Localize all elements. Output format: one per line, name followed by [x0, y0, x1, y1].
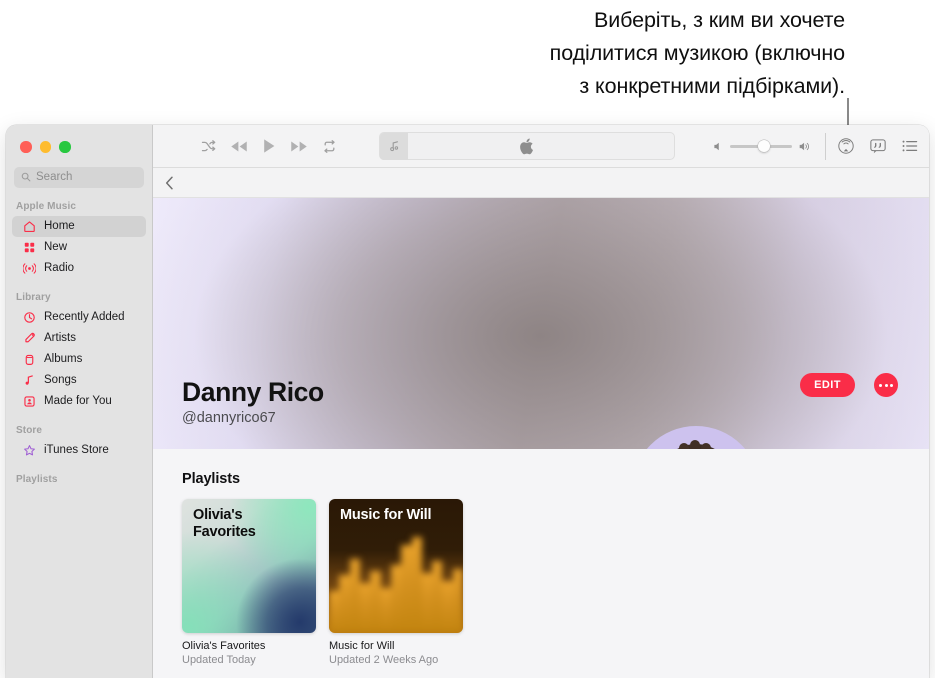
playlist-name: Music for Will	[329, 640, 395, 652]
sidebar-group-apple-music: Apple Music	[16, 200, 76, 212]
sidebar-item-made-for-you[interactable]: Made for You	[12, 391, 146, 412]
airplay-icon[interactable]	[838, 138, 854, 154]
profile-handle: @dannyrico67	[182, 410, 276, 426]
sidebar-item-recently-added[interactable]: Recently Added	[12, 307, 146, 328]
toolbar-right-icons	[838, 138, 918, 154]
playlist-name: Olivia's Favorites	[182, 640, 266, 652]
play-icon[interactable]	[262, 138, 276, 154]
main-area: Danny Rico @dannyrico67 EDIT Playlists O…	[153, 125, 929, 678]
page-title: Danny Rico	[182, 377, 324, 407]
sidebar-item-label: iTunes Store	[44, 444, 109, 456]
navigation-bar	[153, 168, 929, 198]
person-frame-icon	[24, 395, 35, 407]
volume-slider-track[interactable]	[730, 140, 792, 152]
now-playing-artwork	[380, 132, 408, 160]
sidebar-group-playlists: Playlists	[16, 473, 58, 485]
playlist-grid: Olivia's Favorites Olivia's Favorites Up…	[182, 499, 929, 666]
ellipsis-icon	[884, 383, 888, 387]
lyrics-icon[interactable]	[870, 138, 886, 154]
callout-line-1: Виберіть, з ким ви хочете	[593, 8, 845, 32]
sidebar-item-label: Artists	[44, 332, 76, 344]
playlists-section: Playlists Olivia's Favorites Olivia's Fa…	[153, 449, 929, 678]
volume-min-icon	[714, 142, 719, 150]
section-title: Playlists	[182, 471, 240, 487]
toolbar-divider	[825, 132, 826, 160]
playlist-card-olivias-favorites[interactable]: Olivia's Favorites Olivia's Favorites Up…	[182, 499, 316, 666]
sidebar-item-label: Made for You	[44, 395, 112, 407]
sidebar: Search Apple Music Home New Radio Librar…	[6, 125, 153, 678]
sidebar-item-radio[interactable]: Radio	[12, 258, 146, 279]
volume-max-icon	[799, 142, 809, 150]
memoji-avatar	[677, 440, 715, 449]
sidebar-item-artists[interactable]: Artists	[12, 328, 146, 349]
playlist-artwork[interactable]: Olivia's Favorites	[182, 499, 316, 633]
more-options-button[interactable]	[874, 373, 898, 397]
sidebar-item-label: New	[44, 241, 68, 253]
equalizer-bars-graphic	[329, 533, 463, 633]
apple-logo-icon	[520, 138, 533, 154]
clock-icon	[24, 311, 35, 323]
now-playing-display[interactable]	[379, 132, 675, 160]
sidebar-item-label: Radio	[44, 262, 75, 274]
playlist-updated: Updated 2 Weeks Ago	[329, 654, 439, 666]
minimize-button[interactable]	[39, 141, 51, 153]
shuffle-icon[interactable]	[201, 139, 216, 154]
microphone-icon	[25, 332, 35, 342]
playlist-card-music-for-will[interactable]: Music for Will Music for Will Updated 2 …	[329, 499, 463, 666]
sidebar-item-albums[interactable]: Albums	[12, 349, 146, 370]
transport-controls	[153, 138, 337, 154]
sidebar-group-store: Store	[16, 424, 43, 436]
search-input[interactable]: Search	[14, 166, 144, 188]
callout-line-2: поділитися музикою (включно	[549, 41, 845, 65]
grid-icon	[24, 242, 35, 252]
search-placeholder: Search	[36, 171, 73, 183]
close-button[interactable]	[20, 141, 32, 153]
playlist-artwork-title: Music for Will	[340, 507, 432, 523]
repeat-icon[interactable]	[322, 139, 337, 154]
playlist-artwork-title: Olivia's Favorites	[193, 507, 256, 540]
sidebar-item-songs[interactable]: Songs	[12, 370, 146, 391]
window-traffic-lights	[6, 125, 152, 153]
music-note-icon	[25, 374, 33, 385]
callout-text: Виберіть, з ким ви хочете поділитися муз…	[400, 0, 845, 103]
volume-slider-knob[interactable]	[758, 140, 770, 152]
playlist-artwork[interactable]: Music for Will	[329, 499, 463, 633]
sidebar-item-home[interactable]: Home	[12, 215, 146, 237]
sidebar-item-label: Recently Added	[44, 311, 125, 323]
ellipsis-icon	[890, 383, 893, 387]
sidebar-item-label: Albums	[44, 353, 83, 365]
music-app-window: Search Apple Music Home New Radio Librar…	[6, 125, 929, 678]
maximize-button[interactable]	[59, 141, 71, 153]
sidebar-item-new[interactable]: New	[12, 237, 146, 258]
edit-button[interactable]: EDIT	[800, 373, 855, 397]
album-icon	[25, 354, 34, 365]
ellipsis-icon	[879, 383, 882, 387]
callout-line-3: з конкретними підбірками).	[579, 74, 845, 98]
music-note-icon	[389, 140, 398, 151]
fast-forward-icon[interactable]	[290, 140, 308, 153]
radio-broadcast-icon	[23, 262, 36, 274]
sidebar-item-label: Home	[44, 220, 75, 232]
volume-control[interactable]	[713, 140, 825, 152]
playlist-updated: Updated Today	[182, 654, 256, 666]
chevron-left-icon[interactable]	[165, 176, 174, 190]
search-icon	[21, 172, 31, 182]
player-toolbar	[153, 125, 929, 168]
avatar[interactable]	[632, 426, 760, 449]
home-icon	[24, 220, 35, 232]
rewind-icon[interactable]	[230, 140, 248, 153]
sidebar-item-label: Songs	[44, 374, 77, 386]
profile-header: Danny Rico @dannyrico67 EDIT	[153, 198, 929, 449]
queue-list-icon[interactable]	[902, 139, 918, 153]
sidebar-item-itunes-store[interactable]: iTunes Store	[12, 440, 146, 461]
star-icon	[24, 444, 35, 455]
sidebar-group-library: Library	[16, 291, 51, 303]
